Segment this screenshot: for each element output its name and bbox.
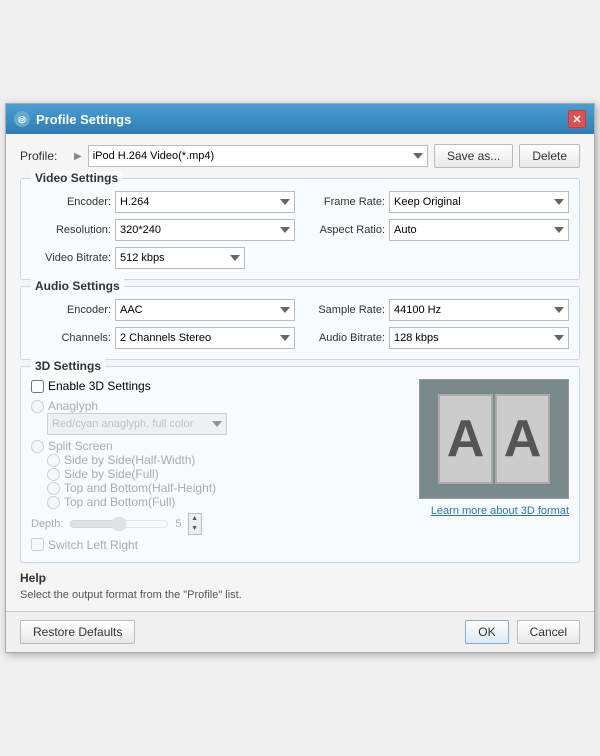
preview-letter-1: A	[438, 394, 493, 484]
profile-label: Profile:	[20, 149, 68, 163]
tab-full-label: Top and Bottom(Full)	[64, 495, 175, 509]
resolution-label: Resolution:	[31, 224, 111, 236]
video-bitrate-row: Video Bitrate: 512 kbps	[31, 247, 569, 269]
channels-row: Channels: 2 Channels Stereo	[31, 327, 295, 349]
depth-value: 5	[175, 518, 181, 530]
split-screen-label: Split Screen	[48, 439, 113, 453]
profile-icon: ▶	[74, 151, 82, 162]
split-option-1: Side by Side(Half-Width)	[47, 453, 409, 467]
close-button[interactable]: ✕	[568, 110, 586, 128]
sample-rate-row: Sample Rate: 44100 Hz	[305, 299, 569, 321]
bottom-bar: Restore Defaults OK Cancel	[6, 611, 594, 652]
anaglyph-select: Red/cyan anaglyph, full color	[47, 413, 227, 435]
delete-button[interactable]: Delete	[519, 144, 580, 168]
3d-content: Enable 3D Settings Anaglyph Red/cyan ana…	[31, 379, 569, 552]
preview-letter-2: A	[495, 394, 550, 484]
profile-settings-dialog: ◎ Profile Settings ✕ Profile: ▶ iPod H.2…	[5, 103, 595, 653]
audio-bitrate-row: Audio Bitrate: 128 kbps	[305, 327, 569, 349]
frame-rate-label: Frame Rate:	[305, 196, 385, 208]
sbs-half-label: Side by Side(Half-Width)	[64, 453, 195, 467]
preview-letters: A A	[438, 394, 550, 484]
aspect-ratio-label: Aspect Ratio:	[305, 224, 385, 236]
bottom-right-buttons: OK Cancel	[465, 620, 580, 644]
channels-label: Channels:	[31, 332, 111, 344]
sample-rate-select[interactable]: 44100 Hz	[389, 299, 569, 321]
split-option-2: Side by Side(Full)	[47, 467, 409, 481]
sbs-full-radio[interactable]	[47, 468, 60, 481]
audio-encoder-label: Encoder:	[31, 304, 111, 316]
help-title: Help	[20, 571, 580, 585]
audio-settings-title: Audio Settings	[31, 279, 124, 293]
audio-encoder-select[interactable]: AAC	[115, 299, 295, 321]
video-settings-grid: Encoder: H.264 Frame Rate: Keep Original…	[31, 191, 569, 241]
video-bitrate-select[interactable]: 512 kbps	[115, 247, 245, 269]
switch-row: Switch Left Right	[31, 538, 409, 552]
app-icon: ◎	[14, 111, 30, 127]
3d-preview: A A	[419, 379, 569, 499]
sbs-full-label: Side by Side(Full)	[64, 467, 159, 481]
audio-settings-grid: Encoder: AAC Sample Rate: 44100 Hz Chann…	[31, 299, 569, 349]
encoder-select[interactable]: H.264	[115, 191, 295, 213]
3d-settings-title: 3D Settings	[31, 359, 105, 373]
channels-select[interactable]: 2 Channels Stereo	[115, 327, 295, 349]
encoder-label: Encoder:	[31, 196, 111, 208]
split-options-group: Side by Side(Half-Width) Side by Side(Fu…	[47, 453, 409, 509]
anaglyph-radio[interactable]	[31, 400, 44, 413]
enable-3d-row: Enable 3D Settings	[31, 379, 409, 393]
enable-3d-label: Enable 3D Settings	[48, 379, 151, 393]
tab-half-label: Top and Bottom(Half-Height)	[64, 481, 216, 495]
split-screen-radio[interactable]	[31, 440, 44, 453]
depth-up-button[interactable]: ▲	[189, 514, 201, 524]
profile-row: Profile: ▶ iPod H.264 Video(*.mp4) Save …	[20, 144, 580, 168]
learn-more-link[interactable]: Learn more about 3D format	[431, 505, 569, 517]
depth-label: Depth:	[31, 518, 63, 530]
switch-left-right-label: Switch Left Right	[48, 538, 138, 552]
aspect-ratio-row: Aspect Ratio: Auto	[305, 219, 569, 241]
split-screen-radio-row: Split Screen	[31, 439, 409, 453]
tab-full-radio[interactable]	[47, 496, 60, 509]
depth-spinner: ▲ ▼	[188, 513, 202, 535]
3d-left-panel: Enable 3D Settings Anaglyph Red/cyan ana…	[31, 379, 409, 552]
3d-settings-section: 3D Settings Enable 3D Settings Anaglyph	[20, 366, 580, 563]
restore-defaults-button[interactable]: Restore Defaults	[20, 620, 135, 644]
cancel-button[interactable]: Cancel	[517, 620, 580, 644]
title-bar: ◎ Profile Settings ✕	[6, 104, 594, 134]
sample-rate-label: Sample Rate:	[305, 304, 385, 316]
frame-rate-select[interactable]: Keep Original	[389, 191, 569, 213]
audio-bitrate-select[interactable]: 128 kbps	[389, 327, 569, 349]
resolution-select[interactable]: 320*240	[115, 219, 295, 241]
sbs-half-radio[interactable]	[47, 454, 60, 467]
dialog-content: Profile: ▶ iPod H.264 Video(*.mp4) Save …	[6, 134, 594, 611]
dialog-title: Profile Settings	[36, 112, 562, 127]
enable-3d-checkbox[interactable]	[31, 380, 44, 393]
audio-settings-section: Audio Settings Encoder: AAC Sample Rate:…	[20, 286, 580, 360]
video-settings-section: Video Settings Encoder: H.264 Frame Rate…	[20, 178, 580, 280]
depth-down-button[interactable]: ▼	[189, 524, 201, 534]
frame-rate-row: Frame Rate: Keep Original	[305, 191, 569, 213]
save-as-button[interactable]: Save as...	[434, 144, 513, 168]
tab-half-radio[interactable]	[47, 482, 60, 495]
aspect-ratio-select[interactable]: Auto	[389, 219, 569, 241]
resolution-row: Resolution: 320*240	[31, 219, 295, 241]
switch-left-right-checkbox[interactable]	[31, 538, 44, 551]
video-bitrate-label: Video Bitrate:	[31, 252, 111, 264]
anaglyph-label: Anaglyph	[48, 399, 98, 413]
split-option-3: Top and Bottom(Half-Height)	[47, 481, 409, 495]
anaglyph-select-row: Red/cyan anaglyph, full color	[47, 413, 409, 435]
help-section: Help Select the output format from the "…	[20, 571, 580, 601]
depth-slider[interactable]	[69, 516, 169, 532]
encoder-row: Encoder: H.264	[31, 191, 295, 213]
split-option-4: Top and Bottom(Full)	[47, 495, 409, 509]
video-settings-title: Video Settings	[31, 171, 122, 185]
help-text: Select the output format from the "Profi…	[20, 589, 580, 601]
ok-button[interactable]: OK	[465, 620, 508, 644]
depth-row: Depth: 5 ▲ ▼	[31, 513, 409, 535]
anaglyph-radio-row: Anaglyph	[31, 399, 409, 413]
profile-select[interactable]: iPod H.264 Video(*.mp4)	[88, 145, 428, 167]
audio-bitrate-label: Audio Bitrate:	[305, 332, 385, 344]
audio-encoder-row: Encoder: AAC	[31, 299, 295, 321]
3d-right-panel: A A Learn more about 3D format	[419, 379, 569, 552]
